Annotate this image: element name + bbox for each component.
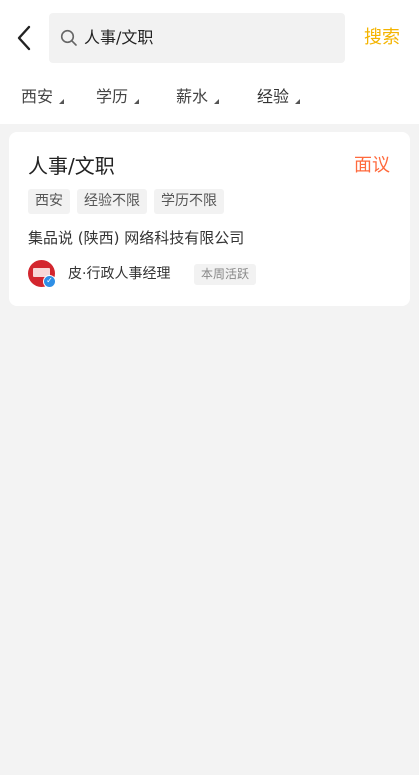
filter-experience[interactable]: 经验: [257, 85, 301, 111]
tag-experience: 经验不限: [77, 189, 147, 214]
dropdown-triangle-icon: [59, 99, 65, 104]
tag-education: 学历不限: [154, 189, 224, 214]
avatar: ✓: [28, 260, 56, 288]
filter-salary[interactable]: 薪水: [176, 85, 220, 111]
dropdown-triangle-icon: [214, 99, 220, 104]
filter-bar: 西安 学历 薪水 经验: [0, 78, 419, 118]
activity-badge: 本周活跃: [194, 264, 257, 285]
search-query[interactable]: 人事/文职: [84, 27, 153, 49]
tag-city: 西安: [28, 189, 70, 214]
salary: 面议: [354, 155, 390, 176]
filter-city[interactable]: 西安: [21, 85, 65, 111]
search-input[interactable]: 人事/文职: [49, 13, 345, 63]
job-title: 人事/文职: [28, 154, 115, 178]
filter-city-label: 西安: [21, 87, 54, 106]
filter-salary-label: 薪水: [176, 87, 209, 106]
dropdown-triangle-icon: [134, 99, 140, 104]
top-bar: 人事/文职 搜索 西安 学历 薪水 经验: [0, 0, 419, 124]
verified-badge-icon: ✓: [43, 275, 56, 288]
filter-education-label: 学历: [96, 87, 129, 106]
dropdown-triangle-icon: [295, 99, 301, 104]
filter-education[interactable]: 学历: [96, 85, 140, 111]
recruiter-row: ✓ 皮·行政人事经理 本周活跃: [28, 260, 388, 290]
recruiter-name: 皮·行政人事经理: [68, 266, 171, 282]
filter-experience-label: 经验: [257, 87, 290, 106]
job-card[interactable]: 人事/文职 面议 西安 经验不限 学历不限 集品说 (陕西) 网络科技有限公司 …: [9, 132, 410, 306]
search-button[interactable]: 搜索: [364, 25, 400, 51]
back-arrow-icon: [17, 25, 31, 51]
search-icon: [60, 29, 77, 46]
company-name: 集品说 (陕西) 网络科技有限公司: [28, 229, 245, 247]
back-button[interactable]: [14, 24, 36, 52]
